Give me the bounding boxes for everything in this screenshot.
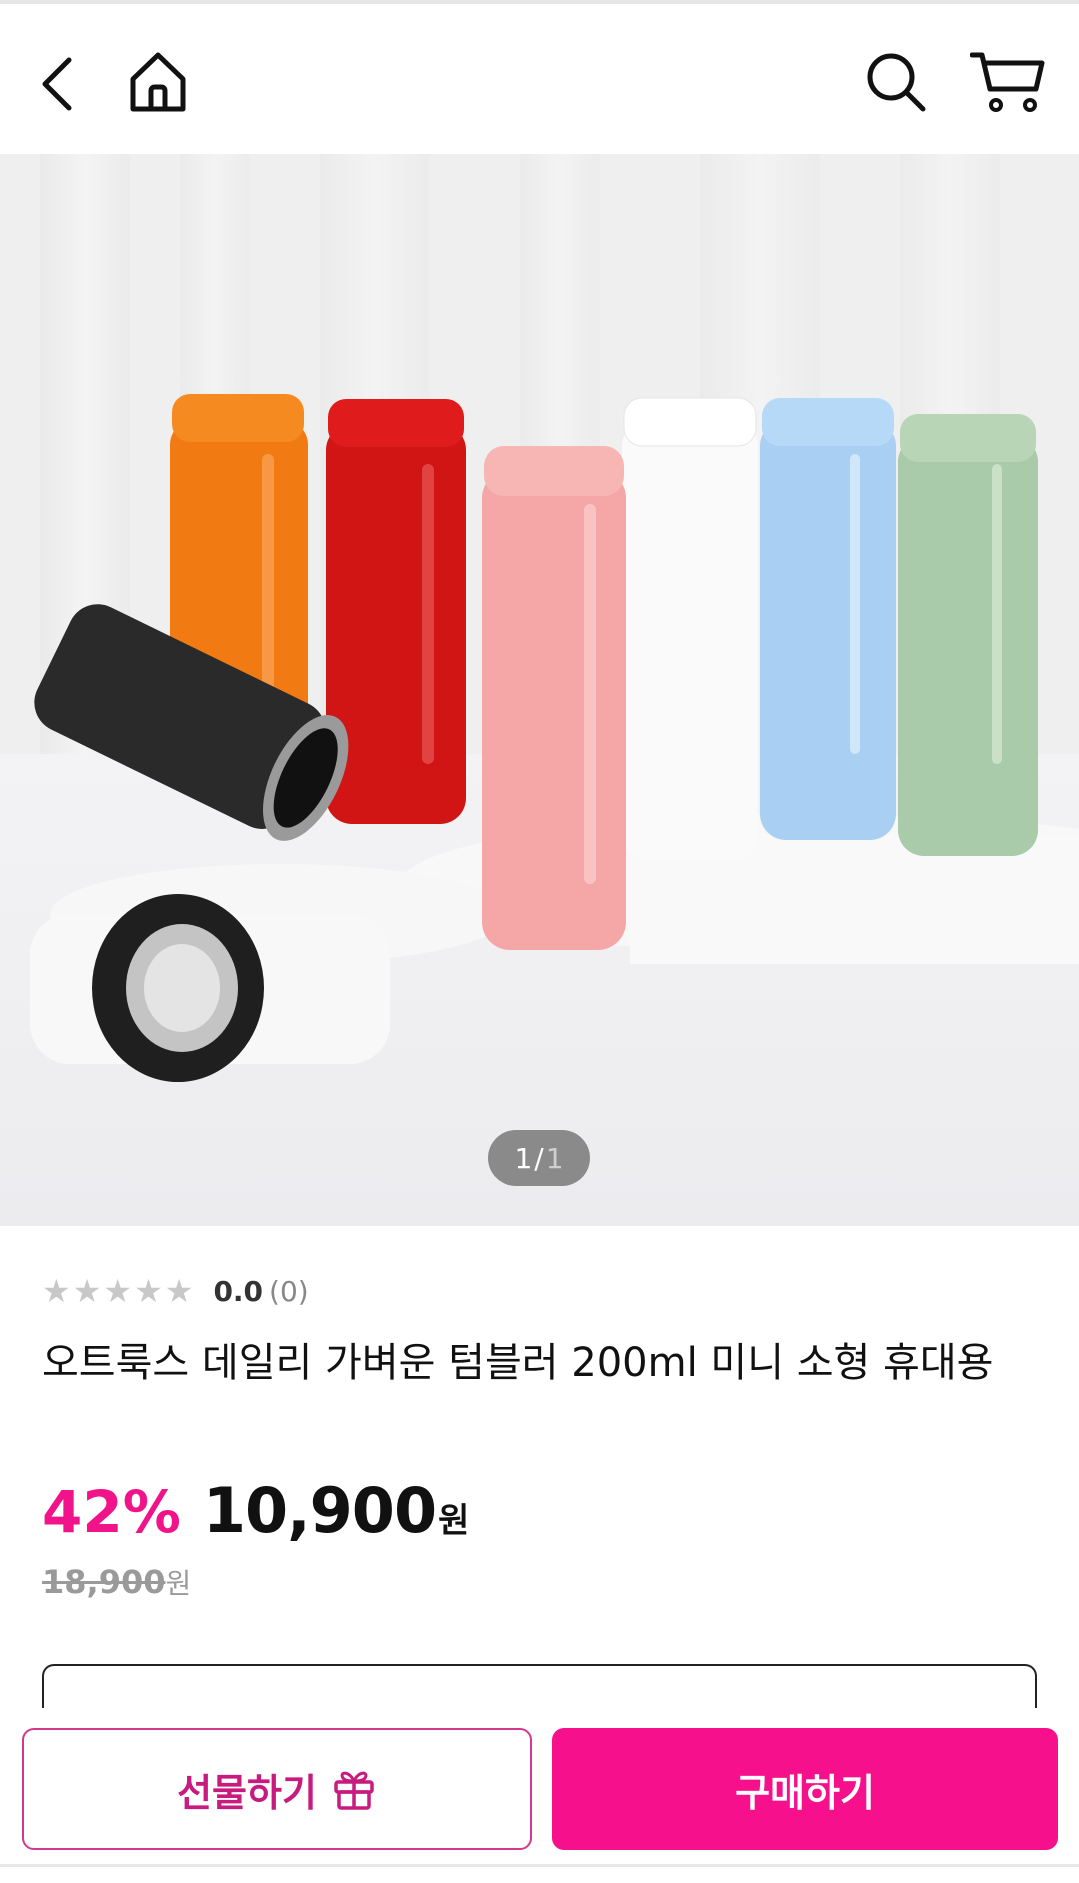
product-title: 오트룩스 데일리 가벼운 텀블러 200ml 미니 소형 휴대용 (42, 1340, 994, 1386)
price-row: 42% 10,900 원 (42, 1474, 469, 1547)
chevron-left-icon (42, 57, 72, 111)
top-navigation-bar (0, 4, 1079, 154)
buy-button-label: 구매하기 (735, 1770, 875, 1815)
pager-separator: / (534, 1141, 544, 1175)
bottom-action-bar: 선물하기 구매하기 (0, 1708, 1079, 1883)
back-button[interactable] (18, 42, 98, 122)
sale-price-unit: 원 (438, 1501, 470, 1541)
pager-current: 1 (514, 1141, 533, 1175)
star-icon: ★ (134, 1272, 163, 1310)
cart-button[interactable] (968, 42, 1048, 122)
cart-icon (970, 52, 1045, 112)
gift-icon (334, 1771, 374, 1810)
search-button[interactable] (856, 42, 936, 122)
gift-button[interactable]: 선물하기 (22, 1728, 532, 1850)
image-pager: 1 / 1 (488, 1130, 590, 1186)
original-price-row: 18,900 원 (42, 1562, 191, 1602)
product-photo-tumblers (0, 154, 1079, 1226)
search-icon (867, 53, 926, 112)
review-count: (0) (269, 1274, 309, 1308)
original-price-unit: 원 (165, 1567, 192, 1600)
rating-score: 0.0 (213, 1274, 264, 1308)
star-icon: ★ (42, 1272, 71, 1310)
discount-rate: 42% (42, 1478, 181, 1546)
gift-button-label: 선물하기 (177, 1770, 317, 1815)
rating-stars: ★ ★ ★ ★ ★ (42, 1275, 193, 1307)
bottom-divider (0, 1864, 1079, 1867)
product-image[interactable] (0, 154, 1079, 1226)
sale-price: 10,900 (202, 1474, 437, 1547)
pager-total: 1 (545, 1141, 564, 1175)
product-rating[interactable]: ★ ★ ★ ★ ★ 0.0 (0) (42, 1270, 1042, 1312)
home-button[interactable] (118, 42, 198, 122)
home-icon (130, 52, 186, 112)
original-price: 18,900 (42, 1563, 166, 1601)
buy-button[interactable]: 구매하기 (552, 1728, 1058, 1850)
star-icon: ★ (72, 1272, 102, 1310)
star-icon: ★ (164, 1272, 194, 1310)
star-icon: ★ (103, 1272, 133, 1310)
